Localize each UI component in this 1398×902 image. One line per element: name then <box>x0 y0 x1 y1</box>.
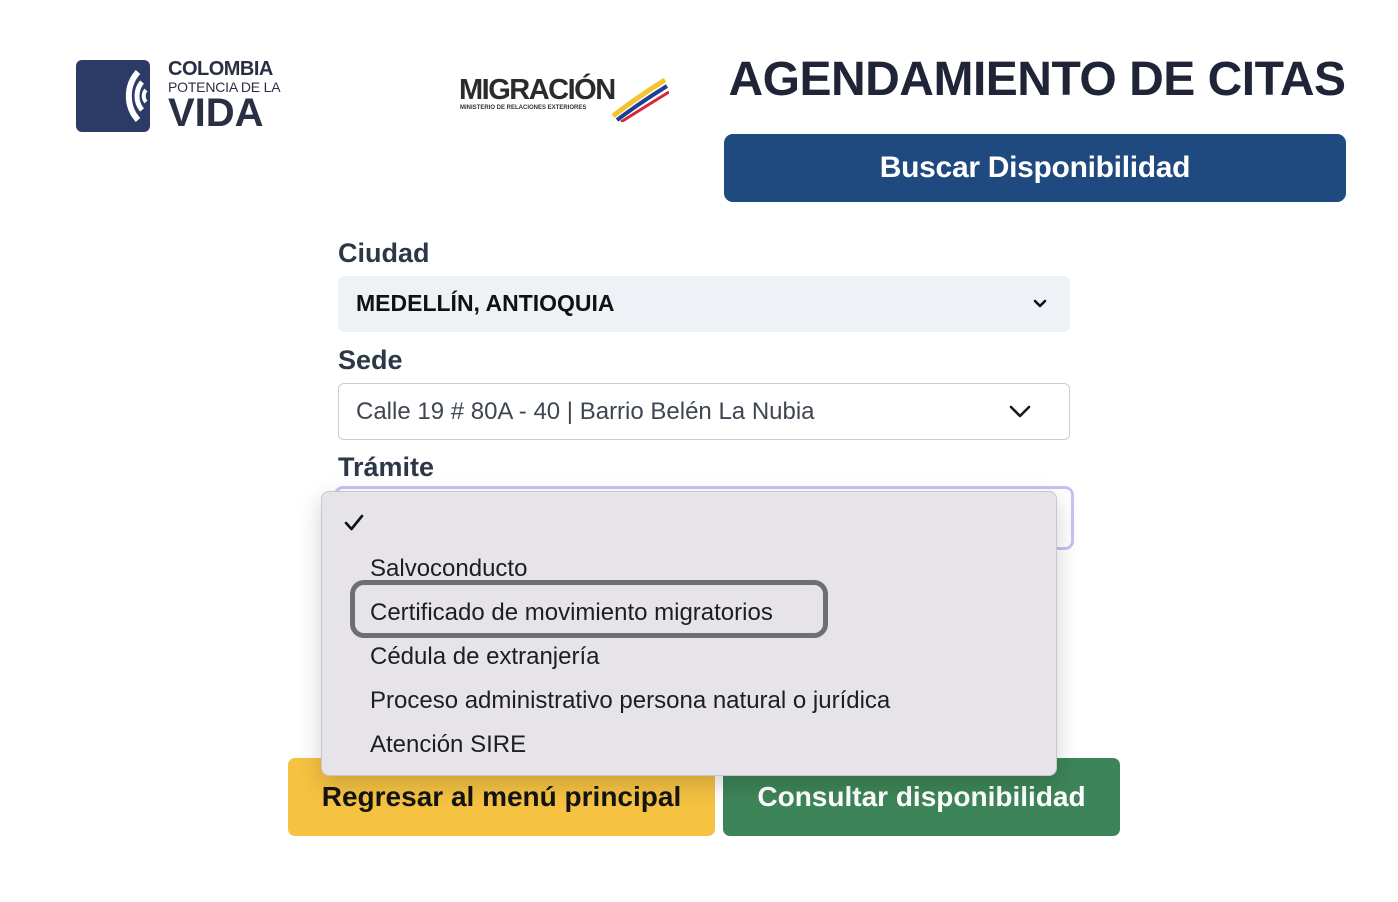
tramite-option-salvoconducto[interactable]: Salvoconducto <box>370 555 527 583</box>
flag-swoosh-icon <box>611 77 669 122</box>
checkmark-icon <box>344 514 364 531</box>
colombia-logo-mark-icon <box>76 60 150 132</box>
chevron-down-icon <box>1009 405 1031 418</box>
gov-logo-line1: COLOMBIA <box>168 58 273 80</box>
sede-select-value: Calle 19 # 80A - 40 | Barrio Belén La Nu… <box>356 398 815 425</box>
search-availability-button[interactable]: Buscar Disponibilidad <box>724 134 1346 202</box>
migracion-colombia-logo: MIGRACIÓN MINISTERIO DE RELACIONES EXTER… <box>459 72 669 126</box>
tramite-option-proceso-administrativo[interactable]: Proceso administrativo persona natural o… <box>370 687 890 715</box>
ciudad-select[interactable]: MEDELLÍN, ANTIOQUIA <box>338 276 1070 332</box>
ciudad-label: Ciudad <box>338 238 430 268</box>
page-title: AGENDAMIENTO DE CITAS <box>728 53 1346 106</box>
sede-select[interactable]: Calle 19 # 80A - 40 | Barrio Belén La Nu… <box>338 383 1070 440</box>
tramite-option-cedula-extranjeria[interactable]: Cédula de extranjería <box>370 643 599 671</box>
gov-logo-text: COLOMBIA POTENCIA DE LA VIDA <box>168 58 281 135</box>
chevron-down-icon <box>1033 299 1047 308</box>
sede-label: Sede <box>338 345 403 375</box>
page: COLOMBIA POTENCIA DE LA VIDA MIGRACIÓN M… <box>0 0 1398 902</box>
ciudad-select-value: MEDELLÍN, ANTIOQUIA <box>356 290 615 316</box>
tramite-label: Trámite <box>338 452 435 482</box>
tramite-option-atencion-sire[interactable]: Atención SIRE <box>370 731 526 759</box>
migracion-logo-subtitle: MINISTERIO DE RELACIONES EXTERIORES <box>460 105 587 111</box>
migracion-logo-word: MIGRACIÓN <box>459 74 616 106</box>
tramite-dropdown-menu: Salvoconducto Certificado de movimiento … <box>321 491 1057 776</box>
colombia-potencia-de-la-vida-logo: COLOMBIA POTENCIA DE LA VIDA <box>76 58 296 136</box>
gov-logo-line3: VIDA <box>168 91 264 135</box>
tramite-option-certificado-movimiento[interactable]: Certificado de movimiento migratorios <box>370 599 773 627</box>
